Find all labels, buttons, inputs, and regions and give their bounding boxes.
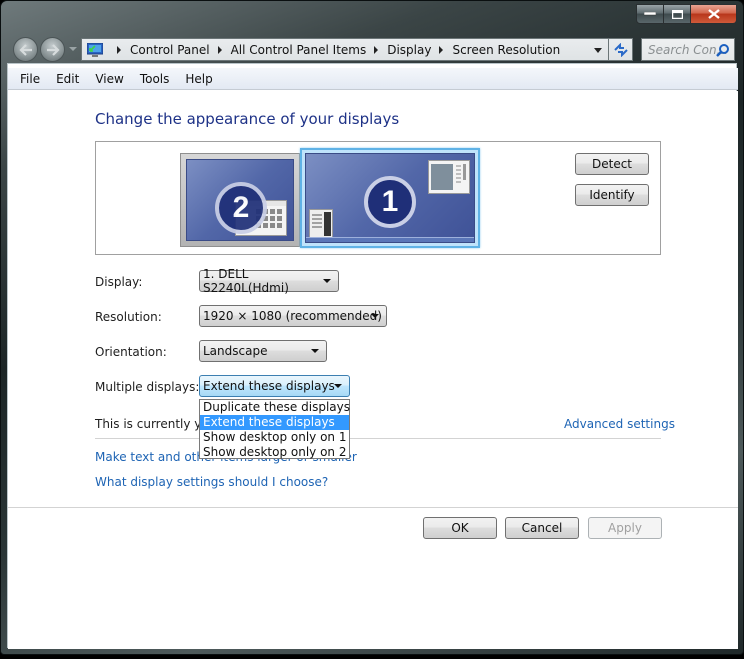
menu-view[interactable]: View [95, 72, 123, 86]
recent-pages-dropdown[interactable] [69, 47, 77, 51]
forward-arrow-icon [46, 43, 60, 56]
multiple-displays-label: Multiple displays: [95, 380, 200, 394]
display-label: Display: [95, 275, 143, 289]
breadcrumb-control-panel[interactable]: Control Panel [130, 43, 210, 57]
monitor-number-badge: 1 [364, 176, 416, 228]
identify-button[interactable]: Identify [575, 184, 649, 206]
breadcrumb-separator[interactable] [374, 45, 379, 54]
back-button[interactable] [13, 37, 38, 62]
refresh-icon [613, 42, 628, 57]
search-icon[interactable] [716, 43, 730, 57]
address-bar[interactable]: Control Panel All Control Panel Items Di… [81, 38, 609, 61]
forward-button[interactable] [40, 37, 65, 62]
address-history-dropdown[interactable] [594, 48, 602, 53]
menu-help[interactable]: Help [185, 72, 212, 86]
caption-buttons [636, 4, 737, 24]
monitor-arrangement-panel: 2 1 Detect Identify [95, 141, 661, 255]
menu-file[interactable]: File [20, 72, 40, 86]
ok-button[interactable]: OK [423, 517, 497, 539]
minimize-icon [644, 12, 656, 16]
maximize-icon [671, 9, 683, 19]
monitor-1-screen: 1 [305, 153, 475, 243]
monitor-2[interactable]: 2 [180, 153, 300, 247]
orientation-label: Orientation: [95, 345, 167, 359]
display-select[interactable]: 1. DELL S2240L(Hdmi) [199, 267, 339, 295]
resolution-label: Resolution: [95, 310, 162, 324]
chevron-down-icon [371, 314, 379, 318]
menu-tools[interactable]: Tools [140, 72, 170, 86]
detect-button[interactable]: Detect [575, 153, 649, 175]
close-icon [707, 9, 720, 19]
minimize-button[interactable] [636, 4, 664, 24]
apply-button[interactable]: Apply [588, 517, 662, 539]
monitor-number-badge: 2 [215, 182, 267, 234]
menu-bar: File Edit View Tools Help [8, 68, 738, 90]
divider [8, 507, 738, 508]
content-area: Change the appearance of your displays 2… [8, 91, 738, 649]
monitor-2-screen: 2 [186, 159, 294, 241]
refresh-button[interactable] [609, 38, 633, 61]
dropdown-option-extend[interactable]: Extend these displays [200, 415, 349, 430]
monitor-1[interactable]: 1 [300, 148, 480, 248]
dropdown-option-only-1[interactable]: Show desktop only on 1 [200, 430, 349, 445]
taskbar-thumbnail [306, 237, 474, 242]
multiple-displays-value: Extend these displays [203, 379, 335, 393]
back-arrow-icon [18, 43, 32, 56]
dropdown-option-duplicate[interactable]: Duplicate these displays [200, 400, 350, 415]
advanced-settings-link[interactable]: Advanced settings [564, 417, 675, 431]
orientation-select[interactable]: Landscape [199, 340, 327, 362]
breadcrumb-separator[interactable] [439, 45, 444, 54]
window-thumbnail-icon [428, 160, 470, 194]
menu-edit[interactable]: Edit [56, 72, 79, 86]
resolution-select[interactable]: 1920 × 1080 (recommended) [199, 305, 387, 327]
breadcrumb-screen-resolution[interactable]: Screen Resolution [452, 43, 560, 57]
display-value: 1. DELL S2240L(Hdmi) [203, 267, 289, 295]
chevron-down-icon [323, 279, 331, 283]
breadcrumb-separator[interactable] [217, 45, 222, 54]
dropdown-option-only-2[interactable]: Show desktop only on 2 [200, 445, 349, 460]
divider [95, 438, 661, 439]
display-settings-help-link[interactable]: What display settings should I choose? [95, 475, 328, 489]
gadget-thumbnail-icon [309, 209, 333, 239]
search-input[interactable]: Search Con... [641, 38, 735, 61]
chevron-down-icon [334, 384, 342, 388]
close-button[interactable] [691, 4, 737, 24]
control-panel-icon [86, 42, 104, 57]
breadcrumb-all-items[interactable]: All Control Panel Items [231, 43, 367, 57]
navigation-bar: Control Panel All Control Panel Items Di… [11, 35, 735, 63]
breadcrumb-display[interactable]: Display [387, 43, 431, 57]
chevron-down-icon [311, 349, 319, 353]
resolution-value: 1920 × 1080 (recommended) [203, 309, 382, 323]
multiple-displays-select[interactable]: Extend these displays [199, 375, 350, 397]
orientation-value: Landscape [203, 344, 268, 358]
cancel-button[interactable]: Cancel [505, 517, 579, 539]
page-title: Change the appearance of your displays [95, 110, 400, 128]
maximize-button[interactable] [664, 4, 691, 24]
breadcrumb-separator[interactable] [117, 45, 121, 54]
multiple-displays-dropdown-list: Duplicate these displays Extend these di… [199, 399, 350, 459]
window-frame: Control Panel All Control Panel Items Di… [0, 0, 744, 655]
